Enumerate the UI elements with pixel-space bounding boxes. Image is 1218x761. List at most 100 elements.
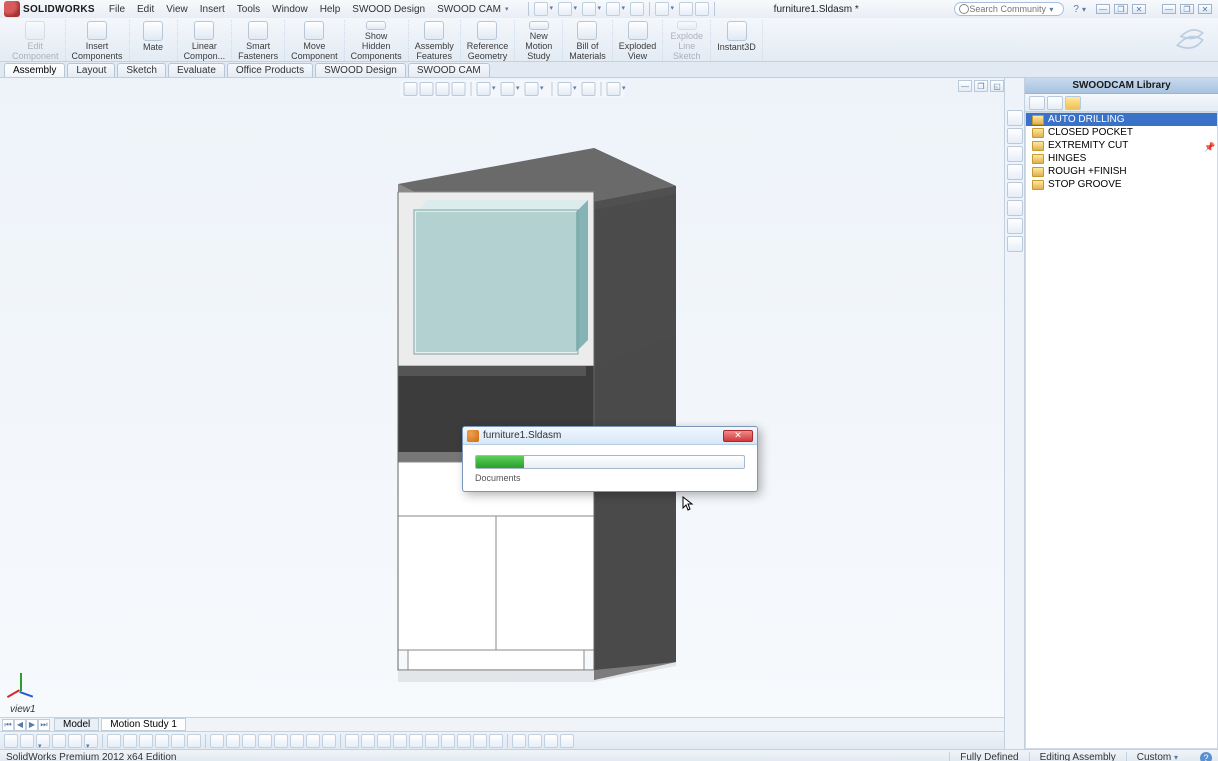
ribbon-smart-fasteners[interactable]: Smart Fasteners: [232, 20, 285, 61]
tab-swood-cam[interactable]: SWOOD CAM: [408, 63, 490, 77]
sp-toolbar-2[interactable]: [1047, 96, 1063, 110]
library-tree[interactable]: AUTO DRILLING CLOSED POCKET EXTREMITY CU…: [1025, 112, 1218, 749]
bottom-tab-model[interactable]: Model: [54, 718, 99, 731]
tab-office-products[interactable]: Office Products: [227, 63, 313, 77]
inner-close-button[interactable]: ✕: [1132, 4, 1146, 14]
mini-tool-24[interactable]: [393, 734, 407, 748]
mini-tool-11[interactable]: [171, 734, 185, 748]
viewport-max-button[interactable]: ❐: [974, 80, 988, 92]
maximize-button[interactable]: ❐: [1180, 4, 1194, 14]
mini-tool-21[interactable]: [345, 734, 359, 748]
ribbon-linear-component[interactable]: Linear Compon...: [178, 20, 233, 61]
section-view-button[interactable]: [452, 82, 466, 96]
mini-tool-31[interactable]: [512, 734, 526, 748]
tab-swood-design[interactable]: SWOOD Design: [315, 63, 406, 77]
panel-pin-icon[interactable]: 📌: [1204, 142, 1216, 154]
search-box[interactable]: ▾: [954, 2, 1064, 16]
mini-tool-13[interactable]: [210, 734, 224, 748]
tree-item-auto-drilling[interactable]: AUTO DRILLING: [1026, 113, 1217, 126]
mini-tool-23[interactable]: [377, 734, 391, 748]
mini-tool-16[interactable]: [258, 734, 272, 748]
mini-tool-10[interactable]: [155, 734, 169, 748]
tab-sketch[interactable]: Sketch: [117, 63, 166, 77]
mini-tool-19[interactable]: [306, 734, 320, 748]
mini-tool-2[interactable]: [20, 734, 34, 748]
tab-first-button[interactable]: ⏮: [2, 719, 14, 731]
tab-assembly[interactable]: Assembly: [4, 63, 65, 77]
print-button[interactable]: [606, 2, 620, 16]
menu-edit[interactable]: Edit: [131, 4, 160, 15]
display-style-button[interactable]: [501, 82, 515, 96]
graphics-viewport[interactable]: — ❐ ◱ ✕: [0, 78, 1024, 749]
viewport-restore-button[interactable]: ◱: [990, 80, 1004, 92]
ribbon-show-hidden[interactable]: Show Hidden Components: [345, 20, 409, 61]
menu-help[interactable]: Help: [314, 4, 347, 15]
mini-tool-9[interactable]: [139, 734, 153, 748]
mini-tool-14[interactable]: [226, 734, 240, 748]
taskpane-appearances-icon[interactable]: [1007, 182, 1023, 198]
taskpane-resources-icon[interactable]: [1007, 110, 1023, 126]
tab-evaluate[interactable]: Evaluate: [168, 63, 225, 77]
inner-restore-button[interactable]: ❐: [1114, 4, 1128, 14]
options-button[interactable]: [679, 2, 693, 16]
help-dropdown-icon[interactable]: ▾: [1082, 5, 1086, 14]
mini-tool-32[interactable]: [528, 734, 542, 748]
tree-item-closed-pocket[interactable]: CLOSED POCKET: [1026, 126, 1217, 139]
apply-scene-button[interactable]: [582, 82, 596, 96]
dialog-close-button[interactable]: ✕: [723, 430, 753, 442]
mini-tool-20[interactable]: [322, 734, 336, 748]
mini-tool-17[interactable]: [274, 734, 288, 748]
mini-tool-25[interactable]: [409, 734, 423, 748]
ribbon-explode-line-sketch[interactable]: Explode Line Sketch: [663, 20, 711, 61]
mini-tool-3[interactable]: [36, 734, 50, 748]
sp-toolbar-3[interactable]: [1065, 96, 1081, 110]
sp-toolbar-1[interactable]: [1029, 96, 1045, 110]
search-input[interactable]: [969, 4, 1049, 14]
mini-tool-22[interactable]: [361, 734, 375, 748]
inner-minimize-button[interactable]: —: [1096, 4, 1110, 14]
ribbon-new-motion-study[interactable]: New Motion Study: [515, 20, 563, 61]
menu-insert[interactable]: Insert: [194, 4, 231, 15]
mini-tool-5[interactable]: [68, 734, 82, 748]
ribbon-assembly-features[interactable]: Assembly Features: [409, 20, 461, 61]
ribbon-exploded-view[interactable]: Exploded View: [613, 20, 664, 61]
taskpane-swoodcam-icon[interactable]: [1007, 218, 1023, 234]
status-help-icon[interactable]: ?: [1200, 752, 1212, 761]
help-icon[interactable]: ?: [1073, 4, 1079, 15]
edit-appearance-button[interactable]: [558, 82, 572, 96]
mini-tool-30[interactable]: [489, 734, 503, 748]
previous-view-button[interactable]: [436, 82, 450, 96]
mini-tool-1[interactable]: [4, 734, 18, 748]
view-orientation-button[interactable]: [477, 82, 491, 96]
mini-tool-15[interactable]: [242, 734, 256, 748]
mini-tool-34[interactable]: [560, 734, 574, 748]
status-units[interactable]: Custom ▾: [1126, 752, 1194, 761]
panel-resize-handle[interactable]: [828, 78, 832, 749]
taskpane-file-explorer-icon[interactable]: [1007, 146, 1023, 162]
tree-item-extremity-cut[interactable]: EXTREMITY CUT: [1026, 139, 1217, 152]
close-button[interactable]: ✕: [1198, 4, 1212, 14]
undo-button[interactable]: [630, 2, 644, 16]
ribbon-instant3d[interactable]: Instant3D: [711, 20, 763, 61]
new-document-button[interactable]: [534, 2, 548, 16]
menu-tools[interactable]: Tools: [231, 4, 266, 15]
tree-item-stop-groove[interactable]: STOP GROOVE: [1026, 178, 1217, 191]
mini-tool-27[interactable]: [441, 734, 455, 748]
tree-item-hinges[interactable]: HINGES: [1026, 152, 1217, 165]
mini-tool-4[interactable]: [52, 734, 66, 748]
menu-swood-cam[interactable]: SWOOD CAM: [431, 4, 507, 15]
rebuild-button[interactable]: [655, 2, 669, 16]
menu-view[interactable]: View: [160, 4, 194, 15]
save-button[interactable]: [582, 2, 596, 16]
mini-tool-33[interactable]: [544, 734, 558, 748]
mini-tool-28[interactable]: [457, 734, 471, 748]
ribbon-move-component[interactable]: Move Component: [285, 20, 345, 61]
bottom-tab-motion-study[interactable]: Motion Study 1: [101, 718, 186, 731]
ribbon-insert-components[interactable]: Insert Components: [66, 20, 130, 61]
taskpane-extra-icon[interactable]: [1007, 236, 1023, 252]
ribbon-reference-geometry[interactable]: Reference Geometry: [461, 20, 516, 61]
tab-next-button[interactable]: ▶: [26, 719, 38, 731]
zoom-to-fit-button[interactable]: [404, 82, 418, 96]
zoom-to-area-button[interactable]: [420, 82, 434, 96]
mini-tool-29[interactable]: [473, 734, 487, 748]
